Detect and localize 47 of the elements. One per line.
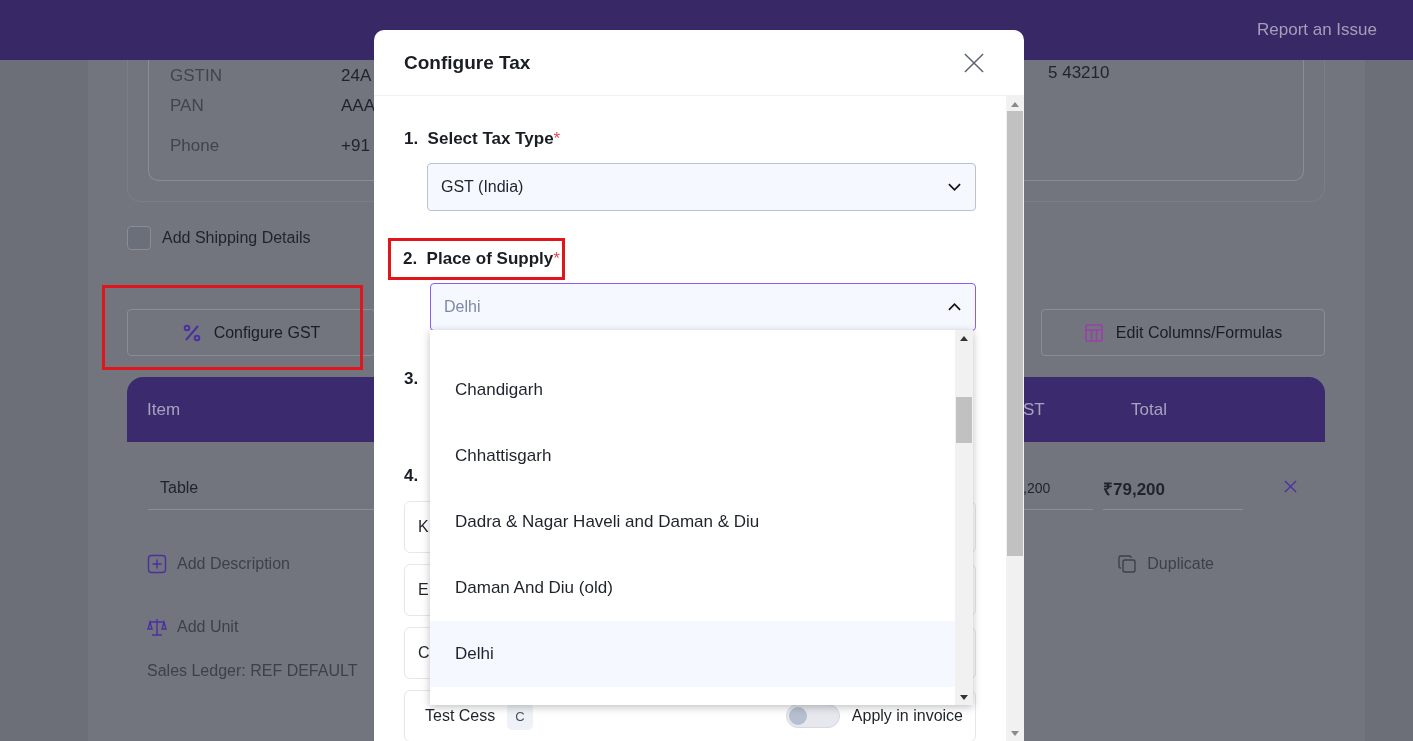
select-field[interactable]: GST (India) xyxy=(427,163,976,211)
chevron-icon xyxy=(948,303,961,311)
dropdown-option[interactable]: Chhattisgarh xyxy=(430,423,955,489)
scrollbar[interactable] xyxy=(1006,96,1024,741)
step-label: 3. xyxy=(404,368,420,390)
shipping-label: Add Shipping Details xyxy=(162,229,311,247)
checkbox[interactable] xyxy=(127,226,151,250)
tax-name: K xyxy=(418,518,429,536)
edit-columns-button[interactable]: Edit Columns/Formulas xyxy=(1041,309,1325,356)
scrollbar[interactable] xyxy=(955,330,973,705)
plus-icon xyxy=(147,553,167,574)
tax-name: C xyxy=(418,644,430,662)
dropdown-option[interactable]: Dadra & Nagar Haveli and Daman & Diu xyxy=(430,489,955,555)
copy-icon xyxy=(1117,553,1138,574)
total-field[interactable]: ₹79,200 xyxy=(1103,467,1243,510)
scrollbar-thumb[interactable] xyxy=(956,397,972,443)
step-label: 1. Select Tax Type* xyxy=(404,128,561,150)
dropdown-option[interactable]: Chandigarh xyxy=(430,357,955,423)
close-icon[interactable] xyxy=(964,52,984,73)
step-label: 4. xyxy=(404,465,420,487)
detail-value: 24A xyxy=(341,66,372,86)
percent-icon xyxy=(181,322,202,343)
scale-icon xyxy=(147,616,167,637)
column-header: Item xyxy=(147,399,181,420)
tax-name: E xyxy=(418,581,429,599)
select-value: Delhi xyxy=(444,298,481,316)
step-label: 2. Place of Supply* xyxy=(391,241,562,277)
detail-value: +91 xyxy=(341,136,370,156)
chevron-icon xyxy=(948,183,961,191)
table-icon xyxy=(1083,322,1104,343)
scroll-up-icon[interactable] xyxy=(960,335,968,341)
select-value: GST (India) xyxy=(441,178,524,196)
column-header: Total xyxy=(1131,399,1167,420)
scrollbar-thumb[interactable] xyxy=(1007,111,1023,556)
select-field[interactable]: Delhi xyxy=(430,283,976,331)
column-header: ST xyxy=(1023,399,1045,420)
detail-value: AAA xyxy=(341,96,376,116)
tax-name: Test Cess xyxy=(425,707,496,725)
dialog-title: Configure Tax xyxy=(404,51,531,74)
scroll-down-icon[interactable] xyxy=(960,695,968,701)
dropdown-option[interactable]: Delhi xyxy=(430,621,955,687)
toggle-label: Apply in invoice xyxy=(851,707,963,725)
toggle-switch[interactable] xyxy=(785,704,840,728)
report-issue-link[interactable]: Report an Issue xyxy=(1257,20,1377,40)
dropdown-option[interactable]: Daman And Diu (old) xyxy=(430,555,955,621)
detail-value: 5 43210 xyxy=(1048,63,1110,83)
configure-gst-button[interactable]: Configure GST xyxy=(127,309,375,356)
